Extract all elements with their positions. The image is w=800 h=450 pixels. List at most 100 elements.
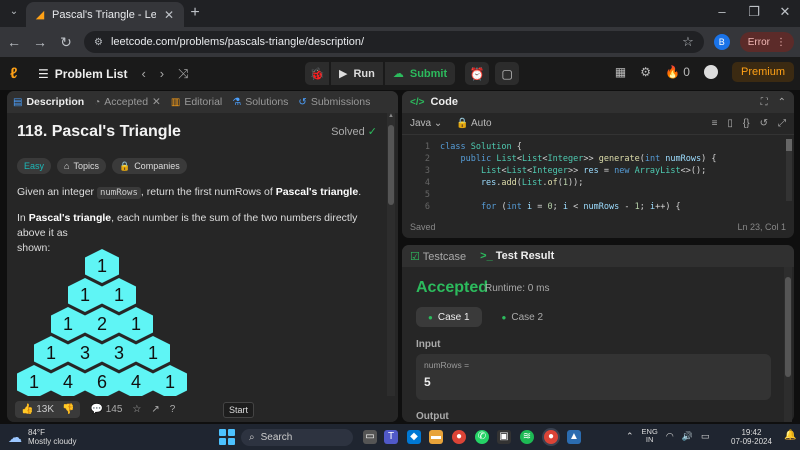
whatsapp-icon[interactable]: ✆ — [475, 430, 489, 444]
leetcode-logo-icon[interactable]: ℓ — [10, 65, 30, 82]
tab-solutions[interactable]: ⚗ Solutions — [232, 96, 288, 108]
language-indicator[interactable]: ENG IN — [642, 428, 658, 444]
browser-tab[interactable]: ◢ Pascal's Triangle - LeetCode ✕ — [26, 2, 184, 27]
leetcode-favicon-icon: ◢ — [35, 8, 45, 21]
code-brackets-icon: </> — [410, 96, 425, 108]
tab-editorial[interactable]: ▥ Editorial — [171, 96, 222, 108]
favorite-star-icon[interactable]: ☆ — [132, 404, 141, 415]
tab-submissions[interactable]: ↺ Submissions — [298, 96, 370, 108]
topics-badge[interactable]: ⌂ Topics — [57, 158, 106, 174]
task-view-icon[interactable]: ▭ — [363, 430, 377, 444]
close-window-icon[interactable]: ✕ — [775, 4, 795, 20]
tag-icon: ⌂ — [64, 161, 70, 171]
tab-description[interactable]: ▤ Description — [13, 96, 84, 108]
maximize-icon[interactable]: ❐ — [744, 4, 764, 20]
file-explorer-icon[interactable]: ▬ — [429, 430, 443, 444]
bold-text: Pascal's triangle — [28, 212, 112, 224]
description-scrollbar[interactable]: ▲ ▼ — [387, 113, 395, 405]
note-icon[interactable]: ▢ — [495, 62, 520, 85]
new-tab-button[interactable]: + — [188, 4, 202, 22]
braces-icon[interactable]: {} — [743, 118, 750, 129]
chevron-up-icon[interactable]: ⌃ — [626, 431, 634, 442]
address-bar[interactable]: ⚙ leetcode.com/problems/pascals-triangle… — [84, 31, 704, 53]
bookmark-icon[interactable]: ▯ — [727, 118, 733, 129]
scrollbar-thumb[interactable] — [786, 139, 792, 151]
fullscreen-icon[interactable]: ⤢ — [778, 118, 786, 129]
close-tab-icon[interactable]: ✕ — [162, 8, 176, 22]
solutions-flask-icon: ⚗ — [232, 96, 242, 108]
case-1-tab[interactable]: ● Case 1 — [416, 307, 482, 327]
profile-avatar[interactable]: B — [713, 34, 730, 50]
like-button[interactable]: 👍 13K — [21, 404, 54, 415]
collapse-icon[interactable]: ⌃ — [778, 97, 786, 108]
case-2-tab[interactable]: ● Case 2 — [490, 307, 556, 327]
tab-test-result[interactable]: >_ Test Result — [480, 250, 554, 262]
auto-mode-toggle[interactable]: 🔒 Auto — [456, 118, 491, 129]
bookmark-star-icon[interactable]: ☆ — [682, 34, 694, 50]
comments-button[interactable]: 💬 145 — [90, 404, 122, 415]
line-number: 3 — [424, 166, 430, 176]
run-button[interactable]: ▶ Run — [331, 62, 383, 85]
debug-icon[interactable]: 🐞 — [305, 62, 329, 85]
prev-problem-icon[interactable]: ‹ — [141, 66, 145, 81]
battery-icon[interactable]: ▭ — [701, 431, 710, 442]
windows-start-icon[interactable] — [219, 429, 235, 445]
share-icon[interactable]: ↗ — [151, 404, 159, 415]
expand-icon[interactable]: ⛶ — [761, 97, 768, 108]
wifi-icon[interactable]: ◠ — [666, 431, 674, 442]
code-editor[interactable]: 1 2 3 4 5 6 class Solution { public List… — [402, 139, 794, 211]
terminal-app-icon[interactable]: ▣ — [497, 430, 511, 444]
triangle-cell: 1 — [68, 278, 102, 312]
weather-widget[interactable]: ☁ 84°F Mostly cloudy — [8, 428, 76, 446]
checkbox-icon: ☑ — [410, 250, 420, 263]
taskbar-search[interactable]: ⌕ Search — [241, 429, 353, 446]
scroll-up-icon[interactable]: ▲ — [387, 113, 395, 119]
chrome-icon[interactable]: ● — [452, 430, 466, 444]
help-icon[interactable]: ? — [170, 404, 176, 415]
streak-fire-icon[interactable]: 🔥 0 — [665, 65, 690, 79]
submit-button[interactable]: ☁ Submit — [384, 62, 456, 85]
tab-accepted[interactable]: ◔ Accepted ✕ — [94, 96, 161, 108]
premium-button[interactable]: Premium — [731, 62, 794, 82]
test-scrollbar[interactable] — [784, 267, 792, 422]
tab-testcase[interactable]: ☑ Testcase — [410, 250, 466, 263]
site-info-icon[interactable]: ⚙ — [94, 37, 103, 48]
variable-name: numRows = — [424, 360, 470, 370]
photos-icon[interactable]: ▲ — [567, 430, 581, 444]
notification-bell-icon[interactable]: 🔔 — [784, 430, 796, 441]
timer-icon[interactable]: ⏰ — [465, 62, 490, 85]
shuffle-icon[interactable]: ⤨ — [178, 66, 188, 82]
reload-icon[interactable]: ↻ — [58, 34, 74, 51]
teams-icon[interactable]: T — [384, 430, 398, 444]
format-icon[interactable]: ≡ — [712, 118, 718, 129]
code-scrollbar[interactable] — [786, 139, 792, 201]
volume-icon[interactable]: 🔊 — [682, 431, 693, 442]
error-button[interactable]: Error ⋮ — [739, 32, 794, 52]
companies-badge[interactable]: 🔒 Companies — [111, 158, 187, 174]
minimize-icon[interactable]: – — [712, 4, 732, 19]
dislike-icon[interactable]: 👎 — [62, 404, 74, 415]
settings-gear-icon[interactable]: ⚙ — [640, 65, 651, 79]
problem-title[interactable]: 118. Pascal's Triangle — [17, 123, 377, 141]
user-avatar[interactable] — [703, 65, 718, 79]
scrollbar-thumb[interactable] — [785, 277, 791, 377]
pass-dot-icon: ● — [428, 312, 433, 322]
close-tab-icon[interactable]: ✕ — [152, 96, 161, 108]
system-clock[interactable]: 19:42 07-09-2024 — [731, 428, 772, 446]
layout-icon[interactable]: ▦ — [615, 65, 626, 79]
saved-status: Saved — [410, 222, 436, 232]
problem-list-button[interactable]: ☰ Problem List — [38, 67, 127, 81]
scrollbar-thumb[interactable] — [388, 125, 394, 205]
forward-icon[interactable]: → — [32, 34, 48, 50]
tab-search-icon[interactable]: ⌄ — [6, 6, 22, 22]
list-icon: ☰ — [38, 66, 49, 81]
copilot-icon[interactable]: ◆ — [407, 430, 421, 444]
input-box: numRows = 5 — [416, 354, 771, 400]
language-select[interactable]: Java ⌄ — [410, 118, 442, 129]
spotify-icon[interactable]: ≋ — [520, 430, 534, 444]
reset-icon[interactable]: ↺ — [760, 118, 768, 129]
chrome-active-icon[interactable]: ● — [544, 430, 558, 444]
next-problem-icon[interactable]: › — [160, 66, 164, 81]
code-panel-header: </> Code ⛶ ⌃ — [402, 91, 794, 113]
back-icon[interactable]: ← — [6, 34, 22, 50]
